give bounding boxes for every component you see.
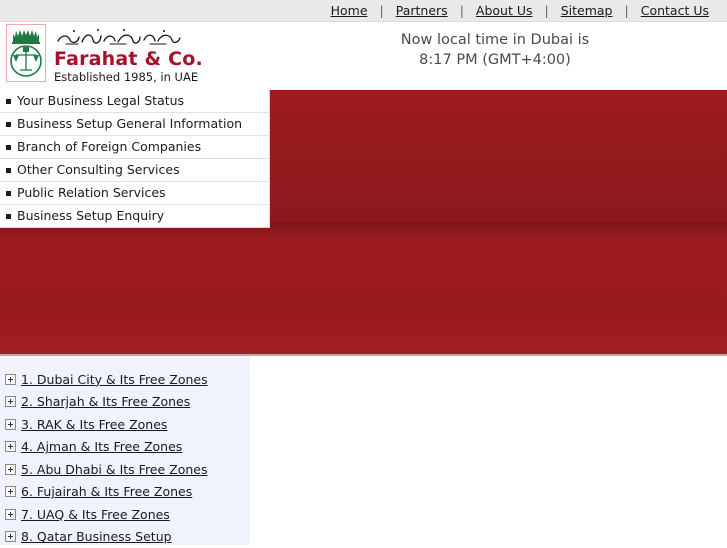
nav-link-home[interactable]: Home [321,2,378,19]
menu-item-label: Business Setup General Information [17,113,242,135]
sidebar-item-uaq[interactable]: 7. UAQ & Its Free Zones [0,503,250,526]
site-logo[interactable]: Farahat & Co. Established 1985, in UAE [6,24,203,82]
square-bullet-icon [6,191,11,196]
nav-separator: | [543,2,551,19]
sidebar-item-ajman[interactable]: 4. Ajman & Its Free Zones [0,436,250,459]
menu-item-branch-of-foreign-companies[interactable]: Branch of Foreign Companies [0,136,269,159]
menu-item-business-setup-general-information[interactable]: Business Setup General Information [0,113,269,136]
arabic-calligraphy-logo [54,26,184,48]
brand-tagline: Established 1985, in UAE [54,70,203,84]
plus-expander-icon[interactable] [5,509,16,520]
sidebar-item-label[interactable]: 3. RAK & Its Free Zones [21,417,167,432]
site-header: Farahat & Co. Established 1985, in UAE N… [0,22,727,90]
sidebar-item-fujairah[interactable]: 6. Fujairah & Its Free Zones [0,481,250,504]
square-bullet-icon [6,168,11,173]
brand-name: Farahat & Co. [54,49,203,69]
square-bullet-icon [6,99,11,104]
menu-item-label: Other Consulting Services [17,159,180,181]
plus-expander-icon[interactable] [5,486,16,497]
nav-link-partners[interactable]: Partners [386,2,458,19]
sidebar-item-label[interactable]: 2. Sharjah & Its Free Zones [21,394,190,409]
nav-separator: | [378,2,386,19]
brand-text-block: Farahat & Co. Established 1985, in UAE [54,26,203,84]
menu-item-label: Business Setup Enquiry [17,205,164,227]
sidebar-item-label[interactable]: 7. UAQ & Its Free Zones [21,507,170,522]
square-bullet-icon [6,145,11,150]
sidebar-item-label[interactable]: 1. Dubai City & Its Free Zones [21,372,208,387]
plus-expander-icon[interactable] [5,531,16,542]
hero-banner-right [270,90,727,222]
plus-expander-icon[interactable] [5,374,16,385]
nav-link-contact-us[interactable]: Contact Us [631,2,719,19]
menu-item-label: Branch of Foreign Companies [17,136,201,158]
page-root: Home | Partners | About Us | Sitemap | C… [0,0,727,545]
local-time-display: Now local time in Dubai is 8:17 PM (GMT+… [280,30,710,70]
menu-item-label: Public Relation Services [17,182,166,204]
sidebar-item-rak[interactable]: 3. RAK & Its Free Zones [0,413,250,436]
square-bullet-icon [6,122,11,127]
sidebar-item-sharjah[interactable]: 2. Sharjah & Its Free Zones [0,391,250,414]
sidebar-item-abu-dhabi[interactable]: 5. Abu Dhabi & Its Free Zones [0,458,250,481]
top-utility-bar: Home | Partners | About Us | Sitemap | C… [0,0,727,22]
sidebar-item-label[interactable]: 6. Fujairah & Its Free Zones [21,484,192,499]
menu-item-other-consulting-services[interactable]: Other Consulting Services [0,159,269,182]
local-time-label: Now local time in Dubai is [280,30,710,50]
nav-separator: | [458,2,466,19]
sidebar-item-label[interactable]: 5. Abu Dhabi & Its Free Zones [21,462,208,477]
plus-expander-icon[interactable] [5,441,16,452]
menu-item-your-business-legal-status[interactable]: Your Business Legal Status [0,90,269,113]
sidebar-item-label[interactable]: 8. Qatar Business Setup [21,529,172,544]
scales-of-justice-palm-crown-icon [6,24,46,82]
top-navigation: Home | Partners | About Us | Sitemap | C… [321,2,719,19]
main-content-area [250,356,727,545]
nav-separator: | [623,2,631,19]
sidebar-item-label[interactable]: 4. Ajman & Its Free Zones [21,439,182,454]
free-zones-sidebar: 1. Dubai City & Its Free Zones 2. Sharja… [0,356,250,545]
sidebar-item-dubai-city[interactable]: 1. Dubai City & Its Free Zones [0,368,250,391]
menu-item-public-relation-services[interactable]: Public Relation Services [0,182,269,205]
hero-banner-full [0,222,727,356]
local-time-value: 8:17 PM (GMT+4:00) [280,50,710,70]
plus-expander-icon[interactable] [5,419,16,430]
nav-link-sitemap[interactable]: Sitemap [551,2,623,19]
plus-expander-icon[interactable] [5,464,16,475]
nav-link-about-us[interactable]: About Us [466,2,543,19]
menu-item-label: Your Business Legal Status [17,90,184,112]
square-bullet-icon [6,214,11,219]
menu-item-business-setup-enquiry[interactable]: Business Setup Enquiry [0,205,269,228]
primary-service-menu: Your Business Legal Status Business Setu… [0,90,270,228]
plus-expander-icon[interactable] [5,396,16,407]
